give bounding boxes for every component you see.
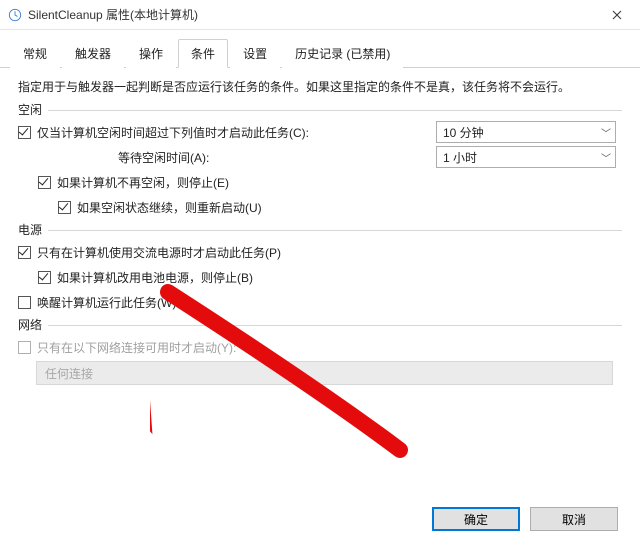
idle-start-checkbox[interactable] <box>18 126 31 139</box>
group-idle-label: 空闲 <box>18 101 48 118</box>
tab-actions[interactable]: 操作 <box>126 39 176 68</box>
network-checkbox[interactable] <box>18 341 31 354</box>
power-wake-label: 唤醒计算机运行此任务(W) <box>37 294 176 311</box>
conditions-description: 指定用于与触发器一起判断是否应运行该任务的条件。如果这里指定的条件不是真，该任务… <box>18 78 622 97</box>
divider <box>48 230 622 231</box>
power-wake-checkbox[interactable] <box>18 296 31 309</box>
tab-history[interactable]: 历史记录 (已禁用) <box>282 39 403 68</box>
group-power-label: 电源 <box>18 221 48 238</box>
idle-wait-value: 1 小时 <box>443 149 477 166</box>
tab-general[interactable]: 常规 <box>10 39 60 68</box>
power-ac-label: 只有在计算机使用交流电源时才启动此任务(P) <box>37 244 281 261</box>
window-title: SilentCleanup 属性(本地计算机) <box>28 6 594 23</box>
network-connection-select: 任何连接 <box>36 361 613 385</box>
idle-timeout-value: 10 分钟 <box>443 124 484 141</box>
network-label: 只有在以下网络连接可用时才启动(Y): <box>37 339 236 356</box>
idle-wait-label: 等待空闲时间(A): <box>118 149 209 166</box>
idle-restart-label: 如果空闲状态继续，则重新启动(U) <box>77 199 262 216</box>
power-battery-label: 如果计算机改用电池电源，则停止(B) <box>57 269 253 286</box>
power-battery-checkbox[interactable] <box>38 271 51 284</box>
power-ac-checkbox[interactable] <box>18 246 31 259</box>
cancel-button[interactable]: 取消 <box>530 507 618 531</box>
idle-timeout-select[interactable]: 10 分钟 ﹀ <box>436 121 616 143</box>
tab-settings[interactable]: 设置 <box>230 39 280 68</box>
idle-start-label: 仅当计算机空闲时间超过下列值时才启动此任务(C): <box>37 124 309 141</box>
tab-conditions[interactable]: 条件 <box>178 39 228 68</box>
tab-triggers[interactable]: 触发器 <box>62 39 124 68</box>
app-clock-icon <box>8 8 22 22</box>
group-network-label: 网络 <box>18 316 48 333</box>
chevron-down-icon: ﹀ <box>601 150 611 165</box>
ok-button[interactable]: 确定 <box>432 507 520 531</box>
idle-stop-checkbox[interactable] <box>38 176 51 189</box>
idle-wait-select[interactable]: 1 小时 ﹀ <box>436 146 616 168</box>
idle-stop-label: 如果计算机不再空闲，则停止(E) <box>57 174 229 191</box>
close-button[interactable] <box>594 0 640 30</box>
divider <box>48 325 622 326</box>
close-icon <box>612 10 622 20</box>
tabs-bar: 常规 触发器 操作 条件 设置 历史记录 (已禁用) <box>0 30 640 68</box>
network-connection-value: 任何连接 <box>45 365 93 382</box>
idle-restart-checkbox[interactable] <box>58 201 71 214</box>
divider <box>48 110 622 111</box>
chevron-down-icon: ﹀ <box>601 125 611 140</box>
